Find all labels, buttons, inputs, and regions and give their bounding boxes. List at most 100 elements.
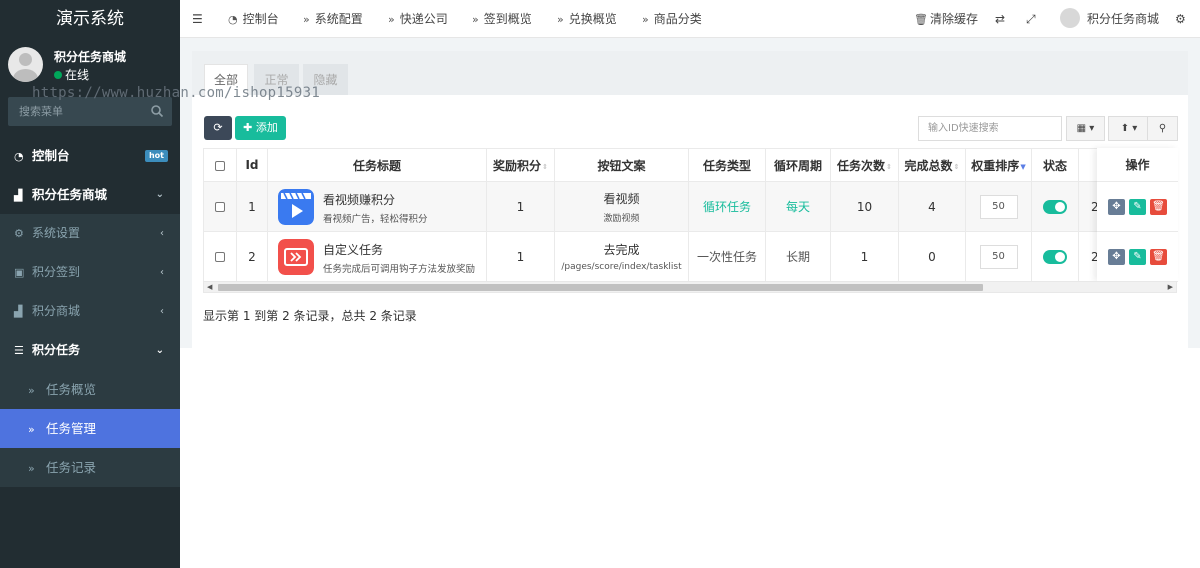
sidebar-search [8, 97, 172, 126]
scroll-left-icon[interactable]: ◀ [207, 282, 212, 292]
weight-input[interactable] [979, 194, 1018, 219]
topnav-user-menu[interactable]: 积分任务商城 [1060, 0, 1159, 38]
col-header-type: 任务类型 [688, 148, 766, 182]
sidebar-item-mall[interactable]: ▟ 积分商城 ‹ [0, 292, 180, 331]
sidebar-item-tasks[interactable]: ☰ 积分任务 ⌄ [0, 331, 180, 370]
watermark: https://www.huzhan.com/ishop15931 [32, 85, 321, 101]
app-title[interactable]: 演示系统 [0, 0, 180, 38]
user-name: 积分任务商城 [54, 50, 127, 64]
drag-sort-button[interactable]: ✥ [1108, 199, 1125, 215]
language-icon[interactable]: ⇄ [995, 0, 1005, 38]
drag-sort-button[interactable]: ✥ [1108, 249, 1125, 265]
sidebar-item-task-records[interactable]: » 任务记录 [0, 448, 180, 487]
scroll-right-icon[interactable]: ▶ [1168, 282, 1173, 292]
columns-toggle-button[interactable]: ▦ ▾ [1066, 116, 1105, 141]
table-row: 1 看视频赚积分 看视频广告，轻松得积分 1 看视频 激励视频 循环任务 每天 1… [203, 181, 1177, 232]
delete-button[interactable]: 🗑 [1150, 199, 1167, 215]
sidebar-item-label: 任务记录 [46, 460, 97, 475]
topnav-item-dashboard[interactable]: ◔ 控制台 [228, 0, 279, 38]
export-button[interactable]: ⬆ ▾ [1108, 116, 1150, 141]
cell-completed: 0 [898, 231, 966, 281]
cell-status [1031, 181, 1079, 232]
settings-gears-icon[interactable]: ⚙ [1175, 0, 1186, 38]
col-header-id[interactable]: Id [236, 148, 268, 182]
col-header-completed[interactable]: 完成总数⇕ [898, 148, 966, 182]
search-icon: ⚲ [1158, 123, 1167, 134]
cell-id: 2 [236, 231, 268, 281]
add-button-label: 添加 [255, 121, 278, 134]
cell-completed: 4 [898, 181, 966, 232]
topnav-item-system-config[interactable]: » 系统配置 [303, 0, 363, 38]
custom-task-icon [278, 239, 314, 275]
col-header-points[interactable]: 奖励积分⇕ [486, 148, 555, 182]
sidebar-item-label: 积分任务 [32, 343, 81, 357]
task-table: Id 任务标题 奖励积分⇕ 按钮文案 任务类型 循环周期 任务次数⇕ 完成总数⇕… [203, 148, 1177, 281]
button-text: 去完成 [603, 243, 640, 257]
operations-row: ✥ ✎ 🗑 [1097, 232, 1178, 282]
topnav-item-exchange-overview[interactable]: » 兑换概览 [557, 0, 617, 38]
sidebar-item-task-overview[interactable]: » 任务概览 [0, 370, 180, 409]
row-checkbox[interactable] [215, 252, 225, 262]
refresh-button[interactable]: ⟳ [204, 116, 232, 140]
row-checkbox-cell [203, 231, 237, 281]
clear-cache-button[interactable]: 🗑 清除缓存 [914, 0, 978, 38]
video-task-icon [278, 189, 314, 225]
table-row: 2 自定义任务 任务完成后可调用钩子方法发放奖励 1 去完成/pages/sco… [203, 231, 1177, 281]
sort-icon: ⇕ [953, 162, 960, 171]
horizontal-scrollbar[interactable]: ◀ ▶ [203, 281, 1177, 293]
sidebar-item-label: 系统设置 [32, 226, 81, 240]
page-background [180, 348, 1200, 568]
operations-column: 操作 ✥ ✎ 🗑 ✥ ✎ 🗑 [1097, 148, 1178, 282]
avatar [8, 47, 43, 82]
sidebar-item-shop[interactable]: ▟ 积分任务商城 ⌄ [0, 175, 180, 214]
select-all-checkbox[interactable] [215, 160, 225, 171]
weight-input[interactable] [979, 244, 1018, 269]
cell-times: 1 [830, 231, 899, 281]
col-header-weight[interactable]: 权重排序▼ [965, 148, 1032, 182]
sidebar-item-task-manage[interactable]: » 任务管理 [0, 409, 180, 448]
menu-toggle-icon[interactable]: ☰ [192, 0, 203, 38]
search-toggle-button[interactable]: ⚲ [1147, 116, 1178, 141]
topnav-item-checkin-overview[interactable]: » 签到概览 [472, 0, 532, 38]
status-toggle[interactable] [1043, 199, 1067, 214]
col-header-times[interactable]: 任务次数⇕ [830, 148, 899, 182]
user-panel: 积分任务商城 在线 [0, 38, 180, 88]
edit-button[interactable]: ✎ [1129, 199, 1146, 215]
topnav-user-name: 积分任务商城 [1087, 12, 1160, 26]
double-chevron-right-icon: » [28, 384, 35, 397]
sidebar-item-system-settings[interactable]: ⚙ 系统设置 ‹ [0, 214, 180, 253]
cell-title: 看视频赚积分 看视频广告，轻松得积分 [267, 181, 487, 232]
button-subtext: /pages/score/index/tasklist [561, 262, 682, 272]
quick-search-input[interactable] [918, 116, 1062, 141]
sidebar-search-input[interactable] [8, 97, 144, 126]
topnav-item-product-category[interactable]: » 商品分类 [642, 0, 702, 38]
chevron-left-icon: ‹ [160, 306, 164, 317]
sidebar-item-dashboard[interactable]: ◔ 控制台 hot [0, 136, 180, 175]
col-header-label: 任务标题 [352, 158, 401, 173]
topnav-item-label: 控制台 [242, 12, 279, 26]
row-checkbox[interactable] [215, 202, 225, 212]
button-text: 看视频 [603, 191, 640, 206]
sidebar-item-label: 任务概览 [46, 382, 97, 397]
delete-button[interactable]: 🗑 [1150, 249, 1167, 265]
status-toggle[interactable] [1043, 249, 1067, 264]
online-dot-icon [54, 71, 62, 79]
caret-down-icon: ▾ [1132, 123, 1138, 134]
cell-type: 循环任务 [688, 181, 766, 232]
cell-points: 1 [486, 181, 555, 232]
sidebar-item-checkin[interactable]: ▣ 积分签到 ‹ [0, 253, 180, 292]
scrollbar-thumb[interactable] [218, 284, 983, 291]
topnav-item-express[interactable]: » 快递公司 [388, 0, 448, 38]
add-button[interactable]: ✚ 添加 [235, 116, 286, 140]
sidebar-item-label: 积分任务商城 [32, 187, 108, 202]
task-table-container: Id 任务标题 奖励积分⇕ 按钮文案 任务类型 循环周期 任务次数⇕ 完成总数⇕… [203, 148, 1177, 281]
search-icon[interactable] [150, 104, 164, 118]
edit-button[interactable]: ✎ [1129, 249, 1146, 265]
col-header-label: Id [245, 158, 259, 172]
task-title: 看视频赚积分 [323, 193, 396, 207]
caret-down-icon: ▾ [1089, 123, 1095, 134]
gears-icon: ⚙ [14, 227, 24, 240]
fullscreen-icon[interactable]: ⤢ [1026, 0, 1036, 38]
user-status: 在线 [54, 66, 89, 83]
cell-status [1031, 231, 1079, 281]
